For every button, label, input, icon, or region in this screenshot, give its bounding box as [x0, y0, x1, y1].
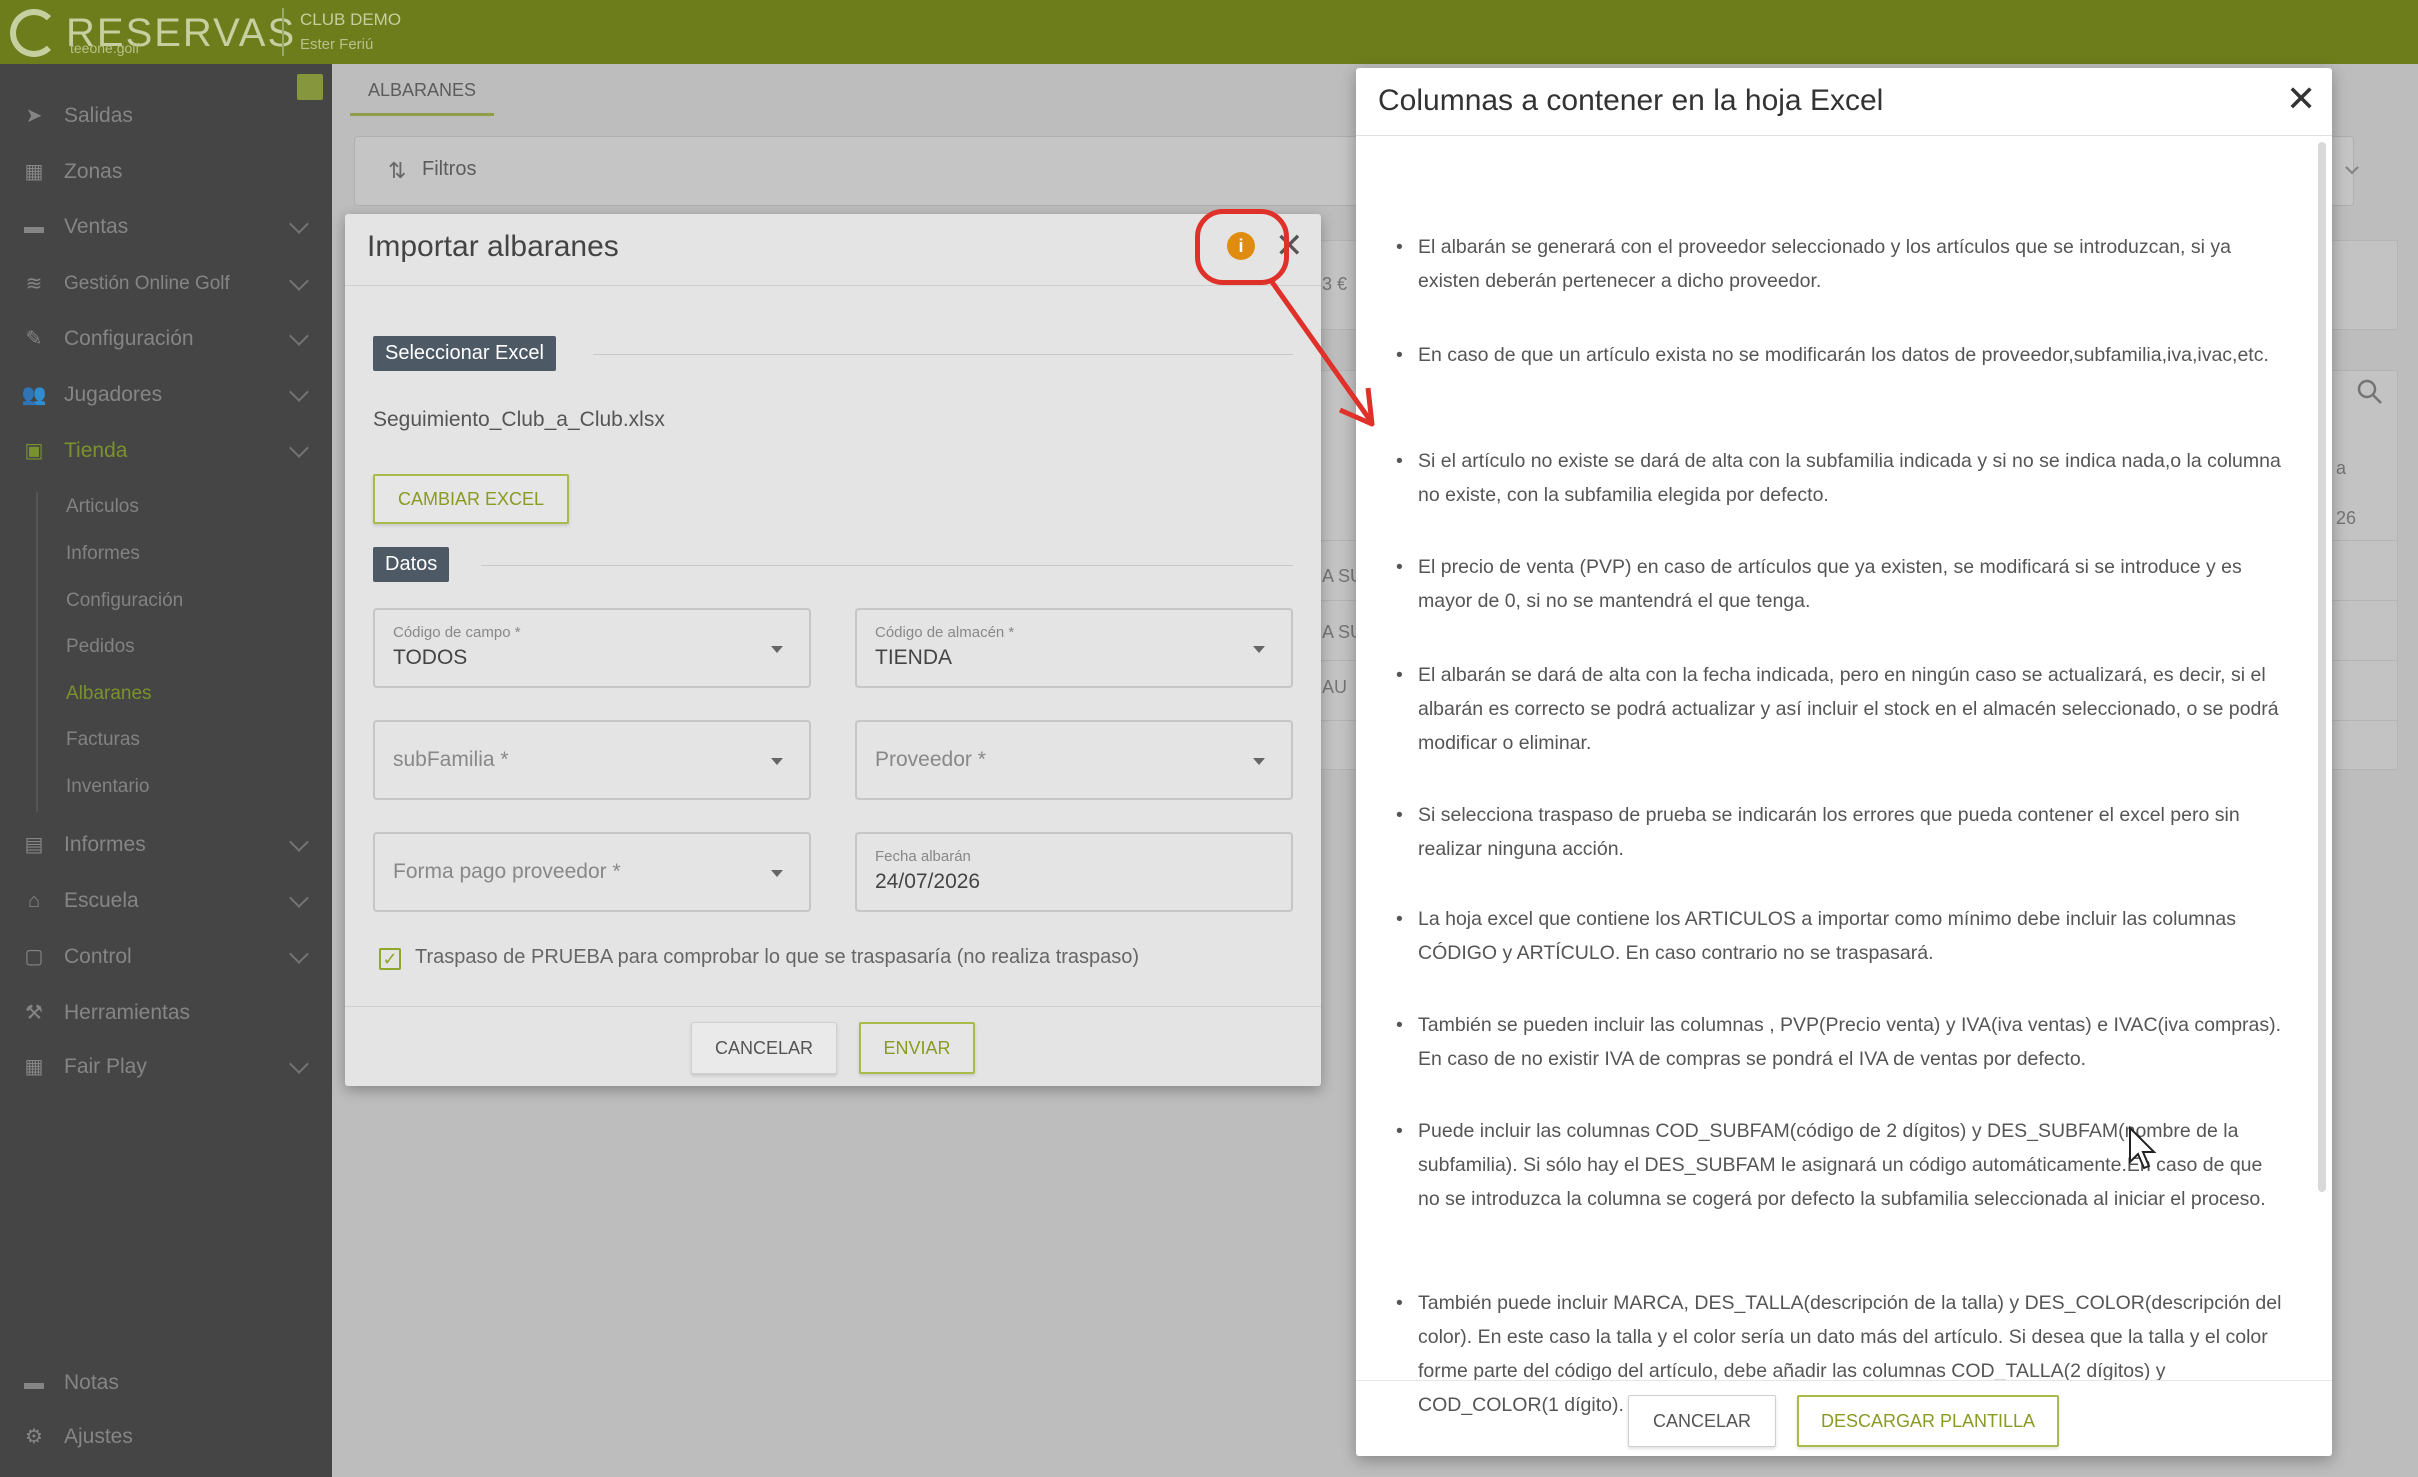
caret-down-icon [1253, 646, 1265, 653]
list-item: Si el artículo no existe se dará de alta… [1396, 444, 2286, 512]
field-value: 24/07/2026 [875, 870, 981, 893]
import-albaranes-dialog: Importar albaranes i ✕ Seleccionar Excel… [345, 214, 1321, 1086]
caret-down-icon [771, 758, 783, 765]
field-label: Código de almacén * [875, 624, 1015, 641]
list-item: El albarán se dará de alta con la fecha … [1396, 658, 2286, 760]
list-item: También se pueden incluir las columnas ,… [1396, 1008, 2286, 1076]
selected-file-name: Seguimiento_Club_a_Club.xlsx [373, 408, 665, 431]
forma-pago-select[interactable]: Forma pago proveedor * [373, 832, 811, 912]
section-datos: Datos [373, 547, 450, 582]
section-select-excel: Seleccionar Excel [373, 336, 556, 371]
cancel-button[interactable]: CANCELAR [1628, 1395, 1776, 1447]
codigo-campo-select[interactable]: Código de campo * TODOS [373, 608, 811, 688]
codigo-almacen-select[interactable]: Código de almacén * TIENDA [855, 608, 1293, 688]
field-label: Código de campo * [393, 624, 521, 641]
cancel-button[interactable]: CANCELAR [691, 1022, 837, 1074]
dialog-title: Columnas a contener en la hoja Excel [1378, 84, 1884, 117]
list-item: La hoja excel que contiene los ARTICULOS… [1396, 902, 2286, 970]
fecha-albaran-input[interactable]: Fecha albarán 24/07/2026 [855, 832, 1293, 912]
dialog-header: Importar albaranes i ✕ [345, 214, 1321, 286]
proveedor-select[interactable]: Proveedor * [855, 720, 1293, 800]
download-template-button[interactable]: DESCARGAR PLANTILLA [1797, 1395, 2059, 1447]
divider [345, 1006, 1321, 1007]
field-placeholder: Forma pago proveedor * [393, 860, 621, 883]
subfamilia-select[interactable]: subFamilia * [373, 720, 811, 800]
field-label: Fecha albarán [875, 848, 971, 865]
field-value: TODOS [393, 646, 468, 669]
divider [481, 565, 1293, 566]
list-item: El precio de venta (PVP) en caso de artí… [1396, 550, 2286, 618]
scrollbar[interactable] [2318, 142, 2326, 1192]
field-placeholder: Proveedor * [875, 748, 986, 771]
list-item: En caso de que un artículo exista no se … [1396, 338, 2286, 372]
dialog-title: Importar albaranes [367, 230, 619, 263]
dialog-body[interactable]: El albarán se generará con el proveedor … [1356, 138, 2316, 1444]
caret-down-icon [1253, 758, 1265, 765]
divider [282, 8, 284, 56]
top-bar: RESERVAS teeone.golf CLUB DEMO Ester Fer… [0, 0, 2418, 64]
club-name: CLUB DEMO [300, 10, 402, 29]
logo-icon [10, 9, 58, 57]
brand-sub: teeone.golf [70, 40, 140, 56]
field-value: TIENDA [875, 646, 953, 669]
caret-down-icon [771, 646, 783, 653]
test-transfer-checkbox[interactable]: ✓ [379, 948, 401, 970]
app-logo[interactable]: RESERVAS [10, 6, 296, 60]
excel-columns-dialog: Columnas a contener en la hoja Excel ✕ E… [1356, 68, 2332, 1456]
send-button[interactable]: ENVIAR [859, 1022, 975, 1074]
close-icon[interactable]: ✕ [2286, 78, 2316, 120]
list-item: Si selecciona traspaso de prueba se indi… [1396, 798, 2286, 866]
dialog-header: Columnas a contener en la hoja Excel ✕ [1356, 68, 2332, 136]
divider [1356, 1380, 2332, 1381]
list-item: El albarán se generará con el proveedor … [1396, 230, 2286, 298]
change-excel-button[interactable]: CAMBIAR EXCEL [373, 474, 569, 524]
annotation-highlight-circle [1195, 209, 1289, 285]
test-transfer-label: Traspaso de PRUEBA para comprobar lo que… [415, 946, 1140, 968]
divider [593, 354, 1293, 355]
field-placeholder: subFamilia * [393, 748, 509, 771]
user-name: Ester Feriú [300, 36, 374, 53]
caret-down-icon [771, 870, 783, 877]
list-item: Puede incluir las columnas COD_SUBFAM(có… [1396, 1114, 2286, 1216]
